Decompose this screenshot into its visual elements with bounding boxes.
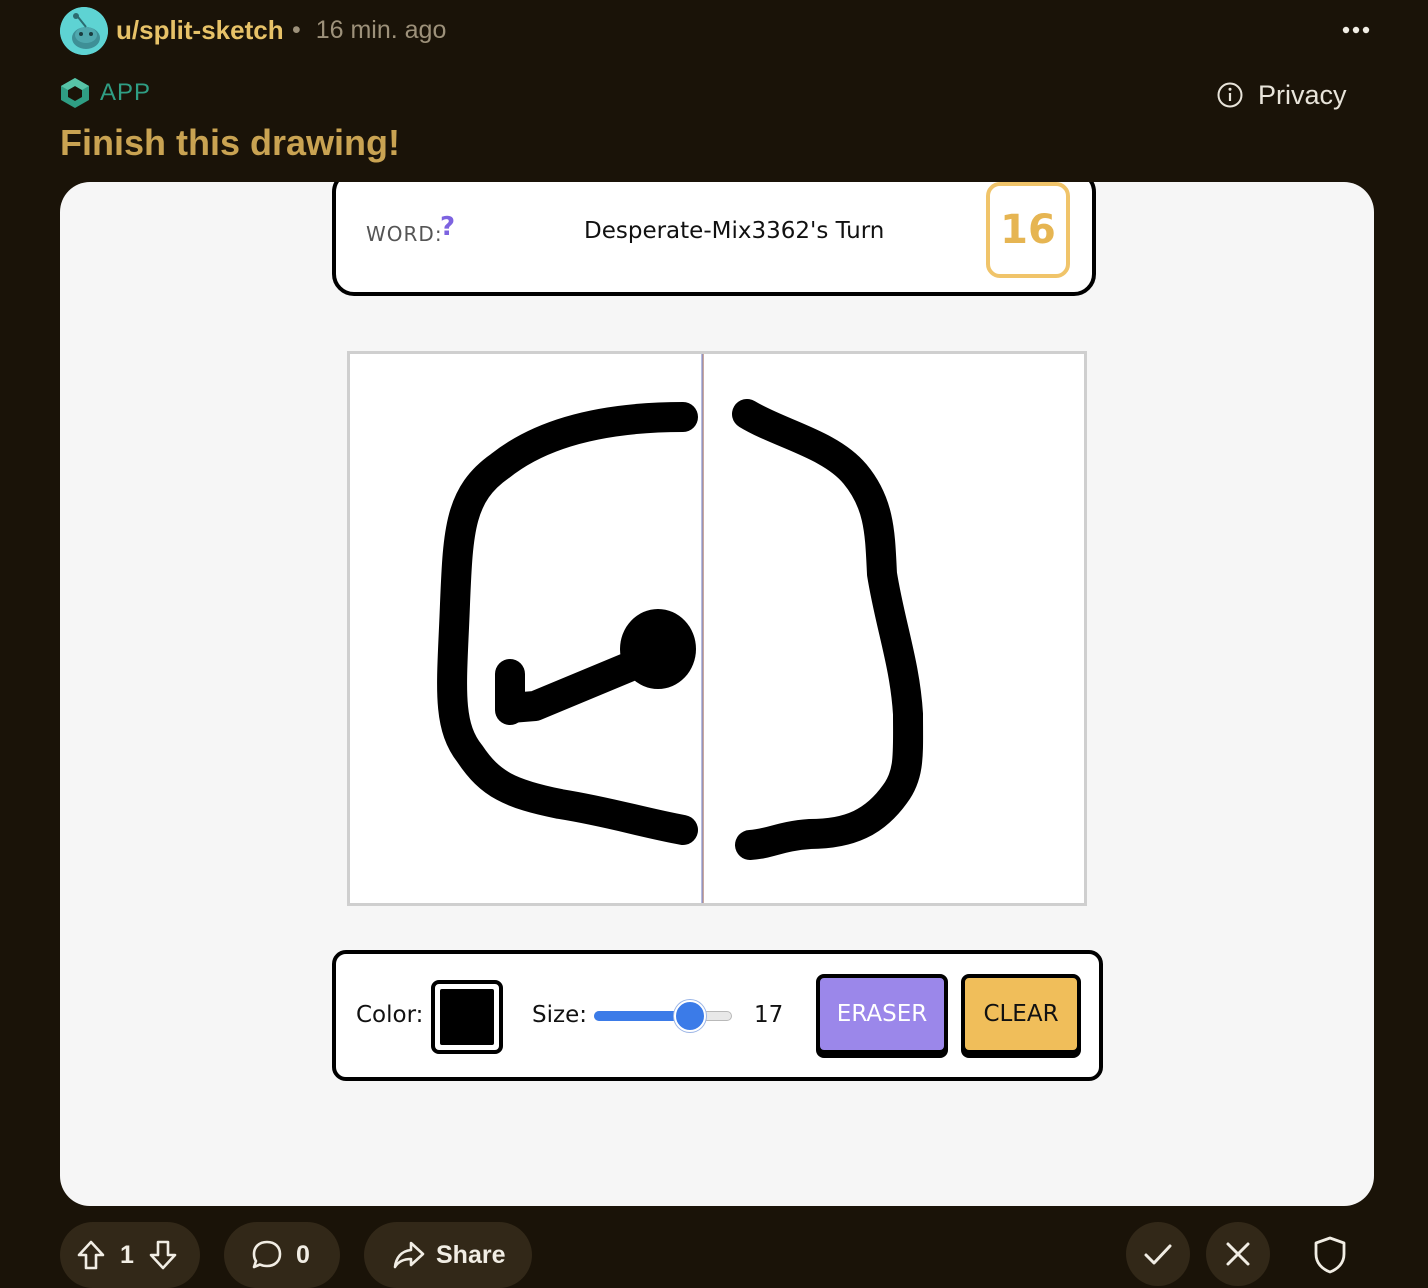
approve-button[interactable] [1126, 1222, 1190, 1286]
share-button[interactable]: Share [364, 1222, 532, 1288]
info-icon [1217, 82, 1243, 108]
snoo-avatar-icon [60, 7, 108, 55]
share-label: Share [436, 1240, 506, 1269]
meta-separator: • [292, 16, 301, 44]
app-label: APP [100, 79, 152, 106]
shield-icon [1314, 1236, 1346, 1274]
privacy-label: Privacy [1258, 79, 1347, 110]
size-label: Size: [532, 1002, 587, 1028]
post-time: 16 min. ago [315, 16, 447, 44]
comments-button[interactable]: 0 [224, 1222, 340, 1288]
mod-shield-button[interactable] [1310, 1234, 1350, 1276]
drawing-canvas[interactable] [347, 351, 1087, 906]
more-horizontal-icon [1342, 26, 1370, 34]
post-author[interactable]: u/split-sketch [116, 14, 284, 46]
post-meta: • 16 min. ago [292, 14, 446, 46]
upvote-button[interactable] [76, 1239, 106, 1271]
close-icon [1226, 1242, 1250, 1266]
app-cube-icon [61, 78, 89, 108]
right-arc-stroke [732, 399, 924, 860]
blob-stroke [620, 609, 696, 689]
vote-group: 1 [60, 1222, 200, 1288]
upvote-icon [77, 1240, 105, 1270]
drawing-strokes [437, 354, 924, 903]
avatar[interactable] [60, 7, 108, 55]
color-picker[interactable] [431, 980, 503, 1054]
share-icon [393, 1241, 425, 1269]
size-value: 17 [754, 1002, 784, 1028]
clear-button[interactable]: CLEAR [961, 974, 1081, 1054]
turn-bar: WORD: ? Desperate-Mix3362's Turn 16 [332, 182, 1096, 296]
eraser-button[interactable]: ERASER [816, 974, 948, 1054]
more-options-button[interactable] [1334, 12, 1378, 48]
word-value: ? [440, 212, 456, 242]
drawing-toolbar: Color: Size: 17 ERASER CLEAR [332, 950, 1103, 1081]
slider-thumb[interactable] [673, 1000, 706, 1032]
downvote-button[interactable] [148, 1239, 178, 1271]
color-swatch-fill [440, 989, 494, 1045]
remove-button[interactable] [1206, 1222, 1270, 1286]
check-icon [1144, 1244, 1172, 1265]
size-slider[interactable] [594, 998, 734, 1034]
comment-count: 0 [296, 1240, 310, 1269]
downvote-icon [149, 1240, 177, 1270]
turn-text: Desperate-Mix3362's Turn [584, 218, 885, 244]
post-title[interactable]: Finish this drawing! [60, 120, 400, 166]
color-label: Color: [356, 1002, 424, 1028]
vote-count: 1 [120, 1240, 134, 1269]
turn-timer: 16 [986, 182, 1070, 278]
app-badge: APP [60, 76, 151, 110]
word-label: WORD: [366, 222, 443, 246]
app-card: WORD: ? Desperate-Mix3362's Turn 16 Colo… [60, 182, 1374, 1206]
comment-icon [252, 1240, 282, 1269]
privacy-link[interactable]: Privacy [1216, 76, 1347, 114]
